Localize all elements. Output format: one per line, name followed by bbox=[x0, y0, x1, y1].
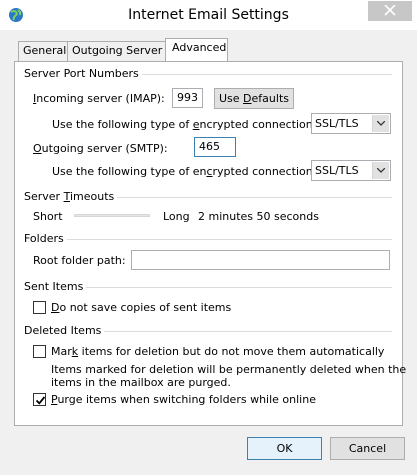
outgoing-encryption-label: Use the following type of encrypted conn… bbox=[52, 165, 317, 178]
outgoing-port-input[interactable]: 465 bbox=[194, 137, 236, 157]
deletion-note-line-2: items in the mailbox are purged. bbox=[51, 376, 231, 389]
incoming-encryption-label: Use the following type of encrypted conn… bbox=[52, 118, 317, 131]
window-title: Internet Email Settings bbox=[128, 7, 289, 23]
outgoing-encryption-select[interactable]: SSL/TLS bbox=[311, 160, 391, 181]
title-bar: Internet Email Settings bbox=[0, 0, 417, 30]
purge-items-label: Purge items when switching folders while… bbox=[51, 393, 316, 406]
incoming-encryption-select[interactable]: SSL/TLS bbox=[311, 113, 391, 134]
group-title-deleted-items: Deleted Items bbox=[24, 324, 105, 337]
root-folder-input[interactable] bbox=[131, 250, 390, 270]
incoming-encryption-value: SSL/TLS bbox=[315, 117, 359, 130]
root-folder-label: Root folder path: bbox=[33, 254, 126, 267]
tab-outgoing-server[interactable]: Outgoing Server bbox=[67, 41, 168, 61]
group-title-sent-items: Sent Items bbox=[24, 280, 87, 293]
incoming-port-input[interactable]: 993 bbox=[172, 88, 203, 108]
chevron-down-icon bbox=[377, 168, 385, 173]
timeout-slider[interactable] bbox=[74, 214, 150, 217]
dropdown-arrow[interactable] bbox=[372, 115, 389, 132]
tab-advanced[interactable]: Advanced bbox=[165, 38, 228, 61]
ok-button[interactable]: OK bbox=[247, 437, 322, 460]
incoming-server-label: Incoming server (IMAP): bbox=[33, 92, 165, 105]
group-divider bbox=[24, 239, 392, 240]
no-copies-checkbox[interactable] bbox=[33, 301, 46, 314]
close-button[interactable] bbox=[368, 1, 412, 21]
no-copies-label: Do not save copies of sent items bbox=[51, 301, 232, 314]
deletion-note-line-1: Items marked for deletion will be perman… bbox=[51, 363, 407, 376]
tab-general-label: General bbox=[23, 44, 67, 57]
tab-general[interactable]: General bbox=[18, 41, 72, 61]
cancel-button[interactable]: Cancel bbox=[330, 437, 405, 460]
mark-items-checkbox[interactable] bbox=[33, 345, 46, 358]
outgoing-encryption-value: SSL/TLS bbox=[315, 164, 359, 177]
outgoing-server-label: Outgoing server (SMTP): bbox=[33, 142, 168, 155]
dropdown-arrow[interactable] bbox=[372, 162, 389, 179]
tab-advanced-label: Advanced bbox=[172, 41, 227, 54]
checkmark-icon bbox=[35, 396, 46, 405]
use-defaults-button[interactable]: Use Defaults bbox=[214, 88, 294, 109]
group-title-server-timeouts: Server Timeouts bbox=[24, 190, 118, 203]
timeout-value: 2 minutes 50 seconds bbox=[198, 210, 319, 223]
group-title-folders: Folders bbox=[24, 232, 67, 245]
chevron-down-icon bbox=[377, 121, 385, 126]
timeout-long-label: Long bbox=[163, 210, 190, 223]
timeout-short-label: Short bbox=[33, 210, 63, 223]
mark-items-label: Mark items for deletion but do not move … bbox=[51, 345, 385, 358]
close-icon bbox=[384, 5, 396, 16]
tab-outgoing-label: Outgoing Server bbox=[72, 44, 163, 57]
group-title-server-ports: Server Port Numbers bbox=[24, 67, 142, 80]
purge-items-checkbox[interactable] bbox=[33, 393, 46, 406]
